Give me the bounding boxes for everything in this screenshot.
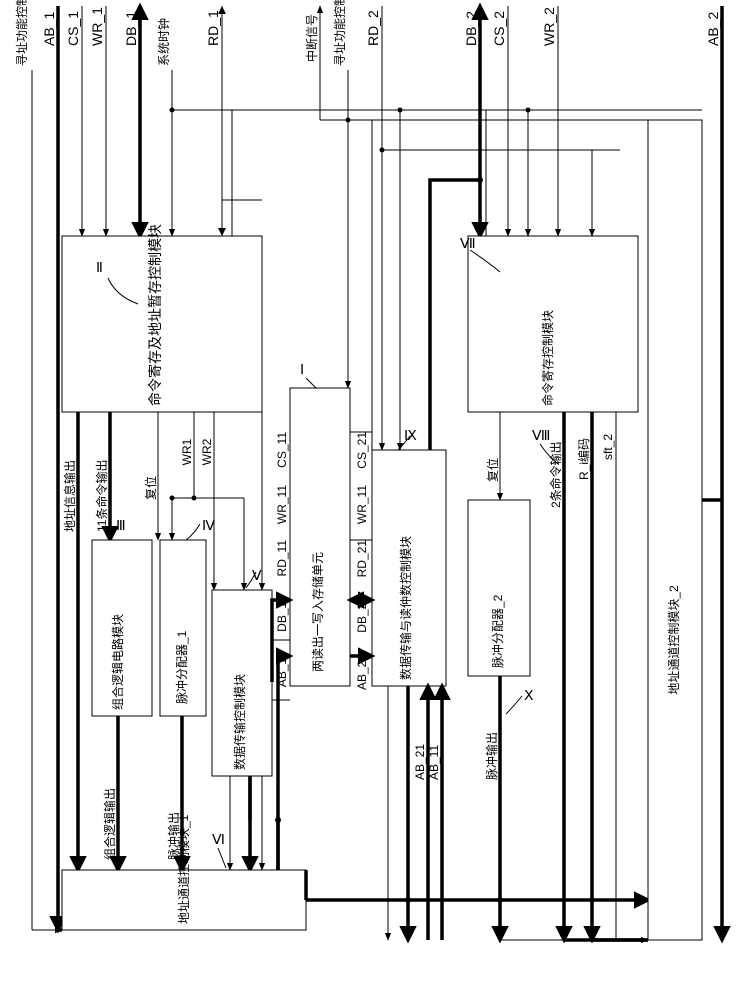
lbl-cs-2: CS_2 (491, 11, 507, 46)
lbl-wr11: WR_11 (275, 485, 289, 524)
lbl-sft2: sft_2 (601, 434, 615, 460)
txt-addr-ch-ctrl-1: 地址通道控制模块_1 (177, 814, 191, 924)
lbl-cs11: CS_11 (275, 432, 289, 468)
lbl-cmd11: 11条命令输出 (94, 460, 109, 532)
lbl-db-2: DB_2 (463, 11, 479, 46)
lbl-reset-l: 复位 (143, 476, 158, 500)
lbl-rd-1: RD_1 (205, 10, 221, 46)
lbl-comb-out: 组合逻辑输出 (102, 788, 117, 860)
txt-pulse-dist-1: 脉冲分配器_1 (174, 630, 189, 704)
lbl-addr-func-2: 寻址功能控制_2 (333, 0, 347, 66)
rn-II: Ⅱ (96, 261, 103, 276)
leader-VI (218, 848, 226, 868)
txt-data-xfer-read-cnt: 数据传输与读仲数控制模块 (398, 536, 413, 680)
lbl-db-1: DB_1 (123, 11, 139, 46)
lbl-interrupt: 中断信号 (304, 14, 319, 62)
lbl-addr-func-1: 寻址功能控制_1 (15, 0, 29, 66)
txt-cmd-reg-addr-temp: 命令寄存及地址暂存控制模块 (147, 224, 163, 406)
lbl-wr2: WR2 (200, 438, 214, 465)
block-addr-ch-ctrl-2 (648, 120, 702, 940)
rn-VII: Ⅶ (460, 237, 476, 252)
txt-addr-ch-ctrl-2: 地址通道控制模块_2 (667, 585, 681, 695)
rn-IV: Ⅳ (202, 519, 215, 534)
lbl-cmd2: 2条命令输出 (548, 441, 563, 508)
lbl-cs-1: CS_1 (65, 11, 81, 46)
rn-X: Ⅹ (524, 689, 534, 704)
lbl-ab11-b: AB_11 (427, 745, 441, 780)
txt-comb-logic: 组合逻辑电路模块 (110, 614, 125, 710)
lbl-rd21: RD_21 (355, 540, 369, 578)
txt-data-xfer-ctrl: 数据传输控制模块 (232, 674, 247, 770)
lbl-ab21-b: AB_21 (413, 744, 427, 780)
lbl-wr-1: WR_1 (89, 7, 105, 46)
lbl-ri-enc: R_i编码 (576, 438, 591, 480)
txt-pulse-dist-2: 脉冲分配器_2 (490, 594, 505, 668)
txt-cmd-reg-ctrl: 命令寄存控制模块 (540, 310, 555, 406)
lbl-ab-2: AB_2 (705, 12, 721, 46)
lbl-reset-r: 复位 (485, 458, 500, 482)
leader-IV (186, 524, 200, 540)
lbl-wr1: WR1 (180, 438, 194, 465)
lbl-ab21: AB_21 (355, 654, 369, 690)
rn-III: Ⅲ (116, 519, 126, 534)
lbl-addr-info: 地址信息输出 (62, 460, 77, 532)
lbl-cs21: CS_21 (355, 432, 369, 469)
rn-VIII: Ⅷ (532, 429, 550, 444)
lbl-wr11-r: WR_11 (355, 485, 369, 524)
lbl-rd-2: RD_2 (365, 10, 381, 46)
rn-VI: Ⅵ (212, 833, 225, 848)
lbl-pulse-out-r: 脉冲输出 (484, 732, 499, 780)
leader-I (306, 378, 316, 388)
block-diagram: 寻址功能控制_1 AB_1 CS_1 WR_1 DB_1 系统时钟 RD_1 中… (0, 0, 745, 1000)
lbl-wr-2: WR_2 (541, 7, 557, 46)
lbl-sys-clk: 系统时钟 (156, 18, 171, 66)
lbl-ab-1: AB_1 (41, 12, 57, 46)
lbl-rd11: RD_11 (275, 540, 289, 577)
rn-I: Ⅰ (300, 363, 304, 378)
txt-two-read-one-write: 两读出一写入存储单元 (310, 552, 325, 672)
